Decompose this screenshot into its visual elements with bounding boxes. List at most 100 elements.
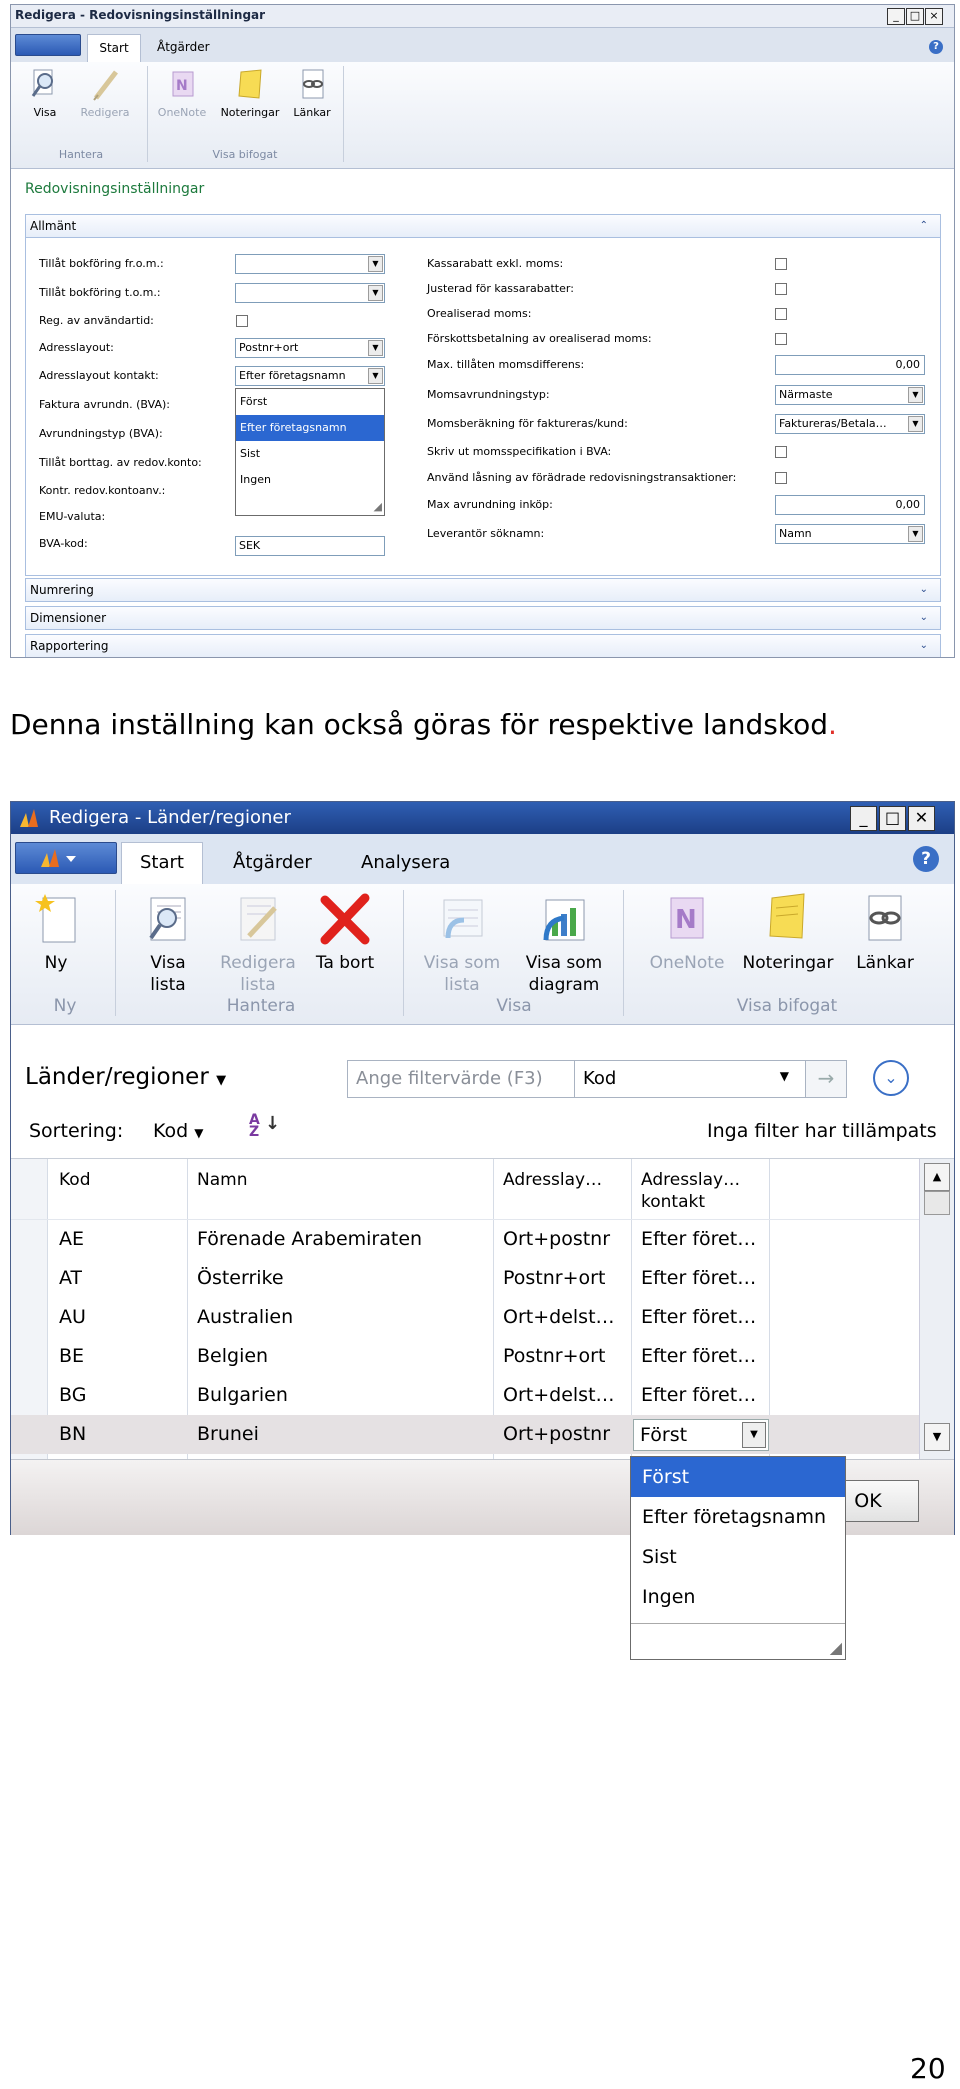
dropdown-option[interactable]: Ingen: [631, 1577, 845, 1617]
lankar-button[interactable]: Länkar: [845, 892, 925, 974]
use-locking-checkbox[interactable]: [775, 472, 787, 484]
onenote-button[interactable]: N OneNote: [639, 892, 735, 974]
column-header-namn[interactable]: Namn: [197, 1169, 247, 1191]
maximize-button[interactable]: □: [906, 8, 924, 25]
app-menu-button[interactable]: [15, 842, 117, 874]
minimize-button[interactable]: _: [850, 806, 877, 831]
contact-layout-select[interactable]: Efter företagsnamn ▼: [235, 366, 385, 386]
cell-kod: BG: [59, 1384, 87, 1406]
dropdown-arrow-icon[interactable]: ▼: [368, 256, 383, 272]
column-header-adresslayout[interactable]: Adresslay…: [503, 1169, 602, 1191]
column-header-adresslayout-kontakt[interactable]: Adresslay… kontakt: [641, 1169, 761, 1213]
table-row[interactable]: AU Australien Ort+delst… Efter föret…: [11, 1298, 919, 1337]
dropdown-arrow-icon[interactable]: ▼: [908, 387, 923, 403]
adjusted-discount-checkbox[interactable]: [775, 283, 787, 295]
dropdown-arrow-icon[interactable]: ▼: [368, 285, 383, 301]
sort-direction-icon[interactable]: A Z ↓: [249, 1113, 280, 1139]
dropdown-arrow-icon[interactable]: ▼: [368, 368, 383, 384]
table-row[interactable]: BE Belgien Postnr+ort Efter föret…: [11, 1337, 919, 1376]
noteringar-button[interactable]: Noteringar: [217, 68, 283, 119]
ta-bort-button[interactable]: Ta bort: [313, 892, 377, 974]
ny-button[interactable]: Ny: [25, 892, 87, 974]
tab-atgarder[interactable]: Åtgärder: [233, 852, 312, 873]
ribbon: Ny Visa lista Redigera lista Ta bort Vis…: [11, 884, 954, 1025]
max-vat-diff-field[interactable]: 0,00: [775, 355, 925, 375]
scroll-down-button[interactable]: ▼: [924, 1423, 950, 1451]
redigera-button[interactable]: Redigera: [75, 68, 135, 119]
dropdown-arrow-icon[interactable]: ▼: [908, 416, 923, 432]
fasttab-numrering[interactable]: Numrering ⌄: [25, 578, 941, 602]
maximize-button[interactable]: □: [879, 806, 906, 831]
dropdown-arrow-icon[interactable]: ▼: [742, 1422, 766, 1448]
dropdown-arrow-icon[interactable]: ▼: [368, 340, 383, 356]
visa-lista-button[interactable]: Visa lista: [135, 892, 201, 996]
dropdown-option-selected[interactable]: Efter företagsnamn: [236, 415, 384, 441]
tab-start[interactable]: Start: [87, 34, 141, 63]
max-rounding-field[interactable]: 0,00: [775, 495, 925, 515]
visa-som-lista-button[interactable]: Visa som lista: [417, 892, 507, 996]
table-row[interactable]: AT Österrike Postnr+ort Efter föret…: [11, 1259, 919, 1298]
cell-namn: Brunei: [197, 1423, 259, 1445]
column-header-kod[interactable]: Kod: [59, 1169, 91, 1191]
dropdown-arrow-icon[interactable]: ▼: [908, 526, 923, 542]
visa-som-diagram-button[interactable]: Visa som diagram: [519, 892, 609, 996]
tab-analysera[interactable]: Analysera: [361, 852, 450, 873]
noteringar-button[interactable]: Noteringar: [735, 892, 841, 974]
redigera-lista-button[interactable]: Redigera lista: [213, 892, 303, 996]
cell-adresslayout: Ort+postnr: [503, 1228, 611, 1250]
apply-filter-button[interactable]: →: [805, 1060, 847, 1098]
bva-code-field[interactable]: SEK: [235, 536, 385, 556]
tab-start[interactable]: Start: [121, 842, 203, 885]
field-label: EMU-valuta:: [39, 510, 106, 523]
close-button[interactable]: ×: [925, 8, 943, 25]
expand-filter-icon[interactable]: ⌄: [873, 1060, 909, 1096]
pencil-icon: [93, 70, 118, 101]
dropdown-option[interactable]: Först: [236, 389, 384, 415]
vat-rounding-select[interactable]: Närmaste ▼: [775, 385, 925, 405]
minimize-button[interactable]: _: [887, 8, 905, 25]
unrealized-vat-checkbox[interactable]: [775, 308, 787, 320]
filter-input[interactable]: Ange filtervärde (F3): [347, 1060, 575, 1098]
sort-field-select[interactable]: Kod ▼: [153, 1120, 203, 1142]
vendor-search-select[interactable]: Namn ▼: [775, 524, 925, 544]
cash-discount-checkbox[interactable]: [775, 258, 787, 270]
resize-grip-icon[interactable]: ◢: [830, 1638, 842, 1657]
fasttab-dimensioner[interactable]: Dimensioner ⌄: [25, 606, 941, 630]
scroll-thumb[interactable]: [924, 1191, 950, 1215]
app-menu-button[interactable]: [15, 34, 81, 56]
table-row[interactable]: BG Bulgarien Ort+delst… Efter föret…: [11, 1376, 919, 1415]
help-icon[interactable]: ?: [913, 846, 939, 872]
dropdown-option[interactable]: Sist: [236, 441, 384, 467]
prepayment-vat-checkbox[interactable]: [775, 333, 787, 345]
dropdown-option-selected[interactable]: Först: [631, 1457, 845, 1497]
date-to-field[interactable]: ▼: [235, 283, 385, 303]
cell-kontakt: Efter föret…: [641, 1228, 757, 1250]
close-button[interactable]: ✕: [908, 806, 935, 831]
table-row-selected[interactable]: BN Brunei Ort+postnr Först ▼: [11, 1415, 919, 1454]
dropdown-option[interactable]: Efter företagsnamn: [631, 1497, 845, 1537]
visa-button[interactable]: Visa: [23, 68, 67, 119]
reg-user-time-checkbox[interactable]: [236, 315, 248, 327]
filter-status: Inga filter har tillämpats: [707, 1120, 937, 1142]
fasttab-allmant[interactable]: Allmänt ⌃: [25, 214, 941, 238]
field-value: SEK: [239, 539, 261, 552]
vat-calc-select[interactable]: Faktureras/Betala… ▼: [775, 414, 925, 434]
list-title[interactable]: Länder/regioner ▼: [25, 1064, 226, 1090]
tab-atgarder[interactable]: Åtgärder: [157, 40, 210, 54]
chevron-up-icon: ⌃: [919, 220, 928, 231]
dropdown-option[interactable]: Sist: [631, 1537, 845, 1577]
scroll-up-button[interactable]: ▲: [924, 1163, 950, 1191]
kontakt-select[interactable]: Först ▼: [633, 1419, 769, 1451]
help-icon[interactable]: ?: [929, 40, 943, 54]
vertical-scrollbar[interactable]: ▲ ▼: [919, 1159, 954, 1459]
fasttab-rapportering[interactable]: Rapportering ⌄: [25, 634, 941, 657]
date-from-field[interactable]: ▼: [235, 254, 385, 274]
resize-grip-icon[interactable]: ◢: [374, 500, 382, 513]
lankar-button[interactable]: Länkar: [289, 68, 335, 119]
dropdown-option[interactable]: Ingen: [236, 467, 384, 493]
print-vat-spec-checkbox[interactable]: [775, 446, 787, 458]
address-layout-select[interactable]: Postnr+ort ▼: [235, 338, 385, 358]
onenote-button[interactable]: N OneNote: [153, 68, 211, 119]
filter-field-select[interactable]: Kod ▼: [574, 1060, 806, 1098]
table-row[interactable]: AE Förenade Arabemiraten Ort+postnr Efte…: [11, 1220, 919, 1259]
